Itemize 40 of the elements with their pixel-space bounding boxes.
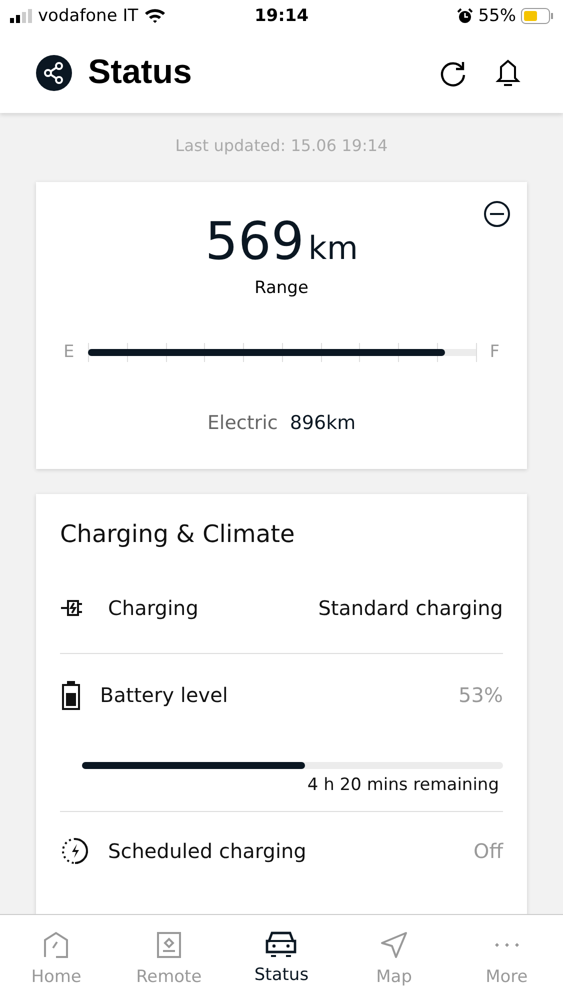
row-label: Charging <box>108 596 200 620</box>
navigation-arrow-icon <box>380 931 408 959</box>
row-label: Scheduled charging <box>108 839 308 863</box>
wifi-icon <box>144 8 166 24</box>
more-icon <box>494 942 520 948</box>
car-icon <box>265 931 298 957</box>
page-title: Status <box>88 53 193 92</box>
carrier-name: vodafone IT <box>38 6 138 26</box>
row-value: Off <box>473 839 503 863</box>
gauge-end-label: F <box>490 342 500 362</box>
alarm-clock-icon <box>457 8 474 24</box>
electric-label: Electric <box>207 412 278 434</box>
electric-range-value: 896km <box>290 412 356 434</box>
clock-bolt-icon <box>60 836 90 866</box>
minus-circle-icon <box>483 200 511 228</box>
range-label: Range <box>254 278 308 298</box>
battery-icon <box>521 8 553 24</box>
remote-icon <box>156 931 182 959</box>
tab-item[interactable]: Map <box>338 915 450 1000</box>
collapse-button[interactable] <box>483 200 511 228</box>
remaining-time: 4 h 20 mins remaining <box>307 775 499 795</box>
bell-icon <box>495 58 521 86</box>
last-updated-text: Last updated: 15.06 19:14 <box>174 136 389 155</box>
tab-item[interactable]: More <box>450 915 563 1000</box>
clock-time: 19:14 <box>254 6 309 26</box>
battery-percentage: 55% <box>478 6 516 26</box>
row-label: Battery level <box>100 683 229 707</box>
range-unit: km <box>308 229 358 267</box>
tab-item[interactable]: Status <box>225 915 338 1000</box>
row-value: 53% <box>458 683 503 707</box>
battery-icon <box>60 680 82 710</box>
tab-item[interactable]: Home <box>0 915 113 1000</box>
home-icon <box>43 931 70 959</box>
gauge-start-label: E <box>64 342 74 362</box>
row-value: Standard charging <box>318 596 503 620</box>
signal-icon <box>10 9 32 23</box>
range-value: 569 <box>205 212 304 272</box>
share-icon[interactable] <box>36 54 72 90</box>
tab-item[interactable]: Remote <box>112 915 226 1000</box>
card-title: Charging & Climate <box>60 520 296 548</box>
